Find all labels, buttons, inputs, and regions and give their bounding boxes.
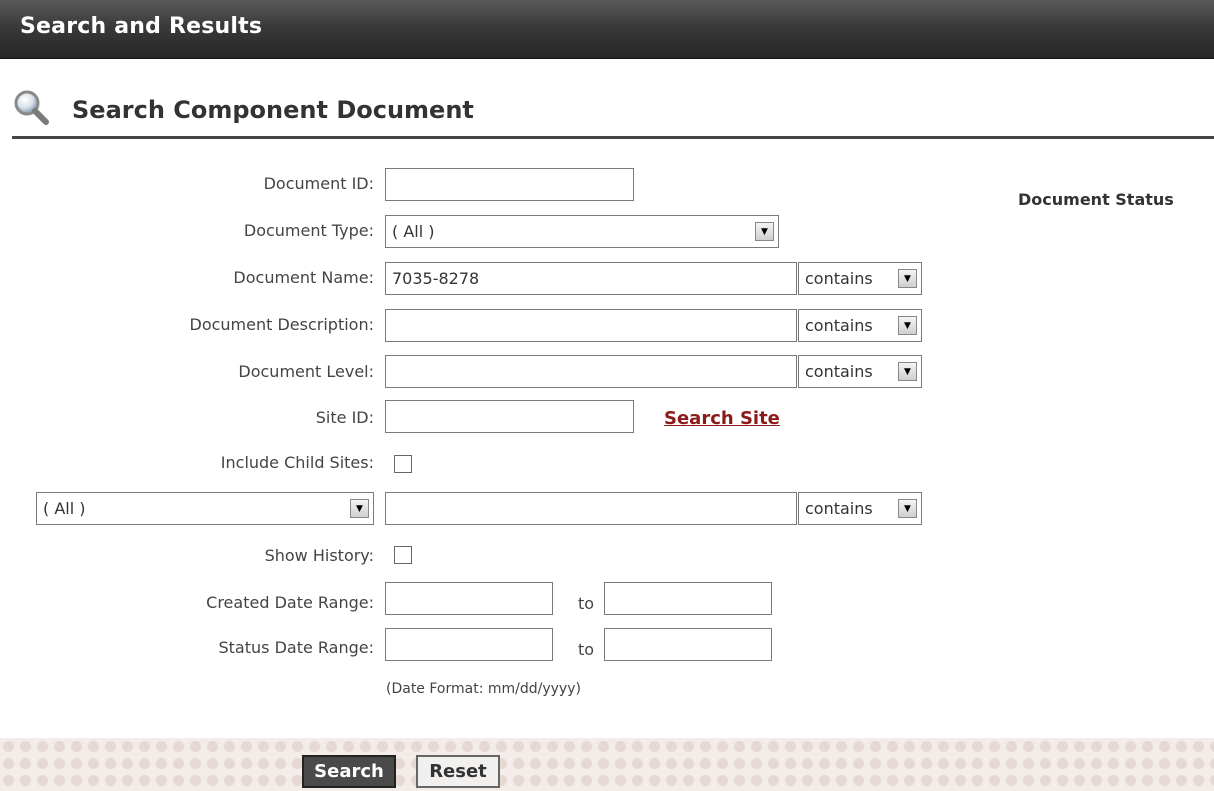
- custom-field-operator: contains: [805, 499, 873, 518]
- magnifier-icon: [12, 88, 50, 126]
- created-date-to-label: to: [578, 594, 595, 613]
- site-id-label: Site ID:: [315, 408, 374, 427]
- document-type-selected: ( All ): [392, 222, 435, 241]
- custom-field-selected: ( All ): [43, 499, 86, 518]
- search-button[interactable]: Search: [302, 755, 396, 788]
- document-id-input[interactable]: [385, 168, 634, 201]
- show-history-label: Show History:: [264, 546, 374, 565]
- action-bar: [0, 738, 1214, 791]
- include-child-sites-checkbox[interactable]: [394, 455, 412, 473]
- chevron-down-icon[interactable]: ▼: [898, 362, 917, 381]
- document-name-label: Document Name:: [233, 268, 374, 287]
- document-description-operator-select[interactable]: contains ▼: [798, 309, 922, 342]
- site-id-input[interactable]: [385, 400, 634, 433]
- document-status-title: Document Status: [1018, 190, 1174, 209]
- document-type-select[interactable]: ( All ) ▼: [385, 215, 779, 248]
- page-title: Search Component Document: [72, 96, 474, 124]
- document-name-operator-select[interactable]: contains ▼: [798, 262, 922, 295]
- status-date-from-input[interactable]: [385, 628, 553, 661]
- date-format-hint: (Date Format: mm/dd/yyyy): [386, 681, 581, 697]
- title-divider: [12, 136, 1214, 139]
- document-level-input[interactable]: [385, 355, 797, 388]
- document-name-input[interactable]: 7035-8278: [385, 262, 797, 295]
- status-date-range-label: Status Date Range:: [218, 638, 375, 657]
- header-title: Search and Results: [20, 14, 263, 39]
- show-history-checkbox[interactable]: [394, 546, 412, 564]
- chevron-down-icon[interactable]: ▼: [898, 316, 917, 335]
- chevron-down-icon[interactable]: ▼: [898, 269, 917, 288]
- document-description-operator: contains: [805, 316, 873, 335]
- document-description-input[interactable]: [385, 309, 797, 342]
- chevron-down-icon[interactable]: ▼: [898, 499, 917, 518]
- custom-field-operator-select[interactable]: contains ▼: [798, 492, 922, 525]
- status-date-to-input[interactable]: [604, 628, 772, 661]
- document-level-operator-select[interactable]: contains ▼: [798, 355, 922, 388]
- chevron-down-icon[interactable]: ▼: [755, 222, 774, 241]
- search-site-link[interactable]: Search Site: [664, 408, 780, 429]
- created-date-from-input[interactable]: [385, 582, 553, 615]
- created-date-to-input[interactable]: [604, 582, 772, 615]
- reset-button[interactable]: Reset: [416, 755, 500, 788]
- document-level-label: Document Level:: [238, 362, 374, 381]
- custom-field-select[interactable]: ( All ) ▼: [36, 492, 374, 525]
- status-date-to-label: to: [578, 640, 595, 659]
- document-type-label: Document Type:: [243, 221, 374, 240]
- include-child-sites-label: Include Child Sites:: [220, 453, 374, 472]
- document-id-label: Document ID:: [263, 174, 374, 193]
- document-level-operator: contains: [805, 362, 873, 381]
- created-date-range-label: Created Date Range:: [206, 593, 374, 612]
- document-name-operator: contains: [805, 269, 873, 288]
- document-description-label: Document Description:: [189, 315, 375, 334]
- custom-field-input[interactable]: [385, 492, 797, 525]
- chevron-down-icon[interactable]: ▼: [350, 499, 369, 518]
